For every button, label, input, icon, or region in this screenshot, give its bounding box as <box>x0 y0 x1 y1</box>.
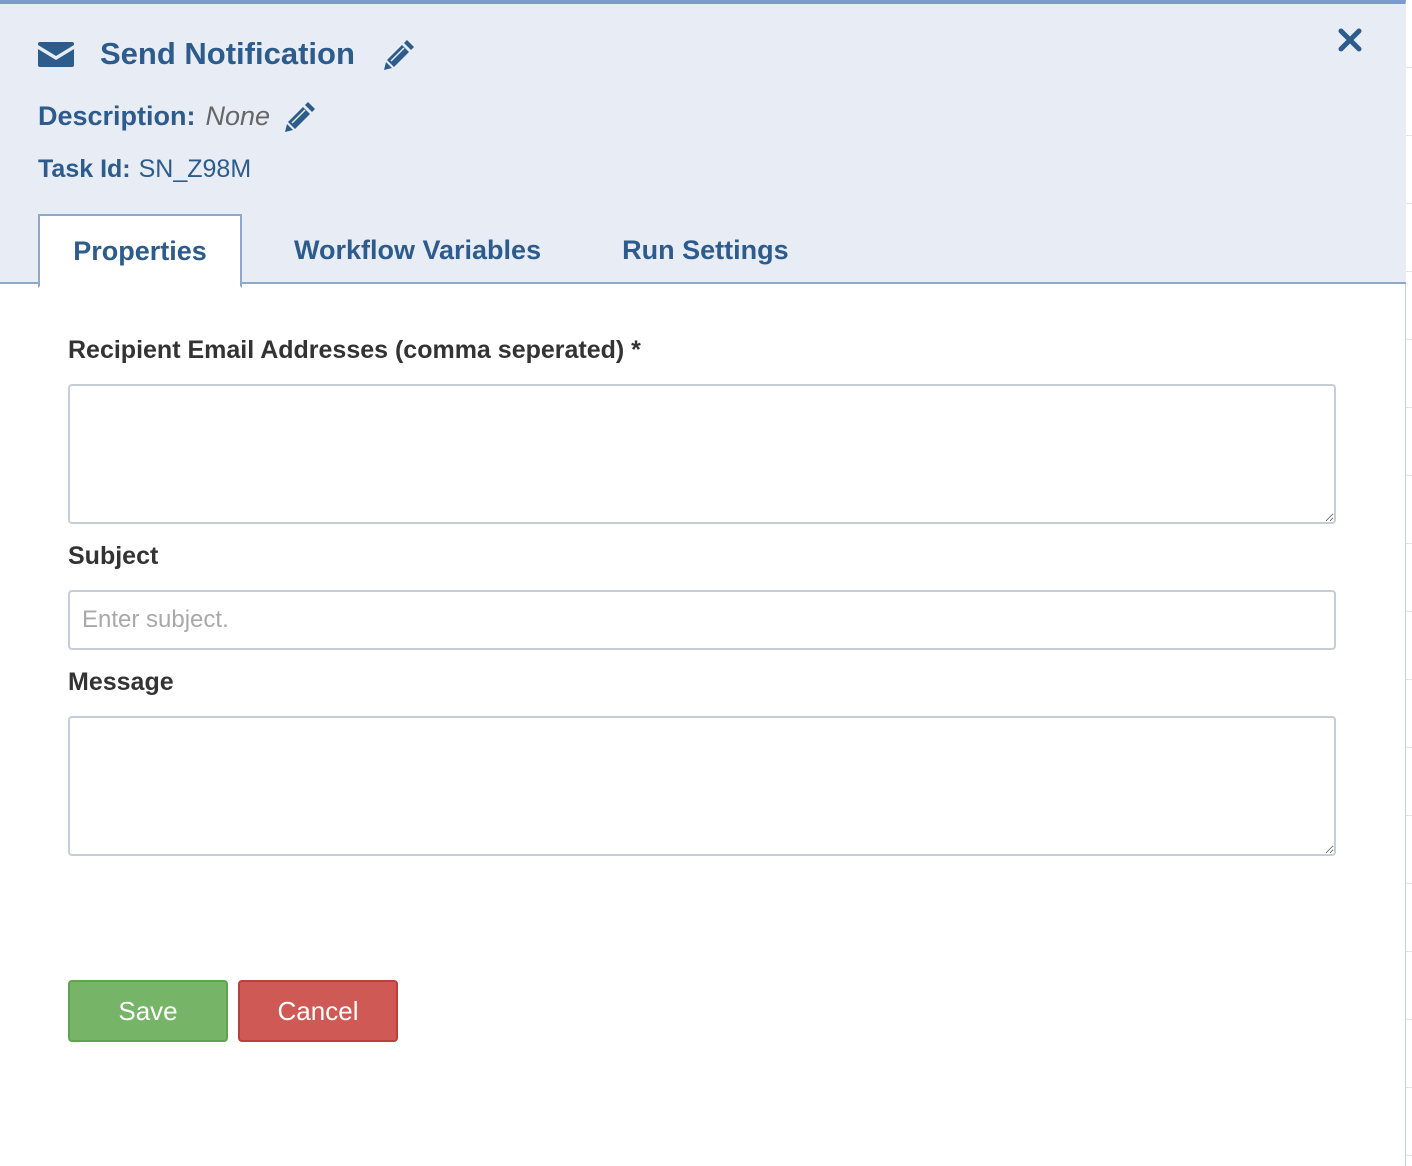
close-icon[interactable] <box>1336 26 1364 54</box>
subject-input[interactable] <box>68 590 1336 650</box>
title-row: Send Notification <box>38 32 417 76</box>
tab-workflow-variables[interactable]: Workflow Variables <box>262 214 573 286</box>
description-label: Description: <box>38 100 196 131</box>
message-label: Message <box>68 668 174 696</box>
subject-label: Subject <box>68 542 159 570</box>
edit-description-pencil-icon[interactable] <box>284 99 318 133</box>
recipients-label: Recipient Email Addresses (comma seperat… <box>68 336 641 364</box>
recipients-textarea[interactable] <box>68 384 1336 524</box>
description-value: None <box>205 100 271 131</box>
edit-title-pencil-icon[interactable] <box>383 37 417 71</box>
tab-run-settings[interactable]: Run Settings <box>590 214 821 286</box>
save-button[interactable]: Save <box>68 980 228 1042</box>
tab-bar: Properties Workflow Variables Run Settin… <box>38 214 821 288</box>
task-id-label: Task Id: <box>38 154 131 183</box>
task-id-value: SN_Z98M <box>138 154 252 183</box>
send-notification-dialog: Send Notification Description: None Task… <box>0 0 1406 1166</box>
dialog-header: Send Notification Description: None Task… <box>0 4 1406 288</box>
cancel-button[interactable]: Cancel <box>238 980 398 1042</box>
task-id-row: Task Id: SN_Z98M <box>38 152 251 186</box>
envelope-icon <box>38 40 74 68</box>
description-row: Description: None <box>38 96 318 136</box>
message-textarea[interactable] <box>68 716 1336 856</box>
background-grid-strip <box>1406 0 1412 1166</box>
dialog-title: Send Notification <box>100 36 355 71</box>
tab-properties[interactable]: Properties <box>38 214 242 288</box>
